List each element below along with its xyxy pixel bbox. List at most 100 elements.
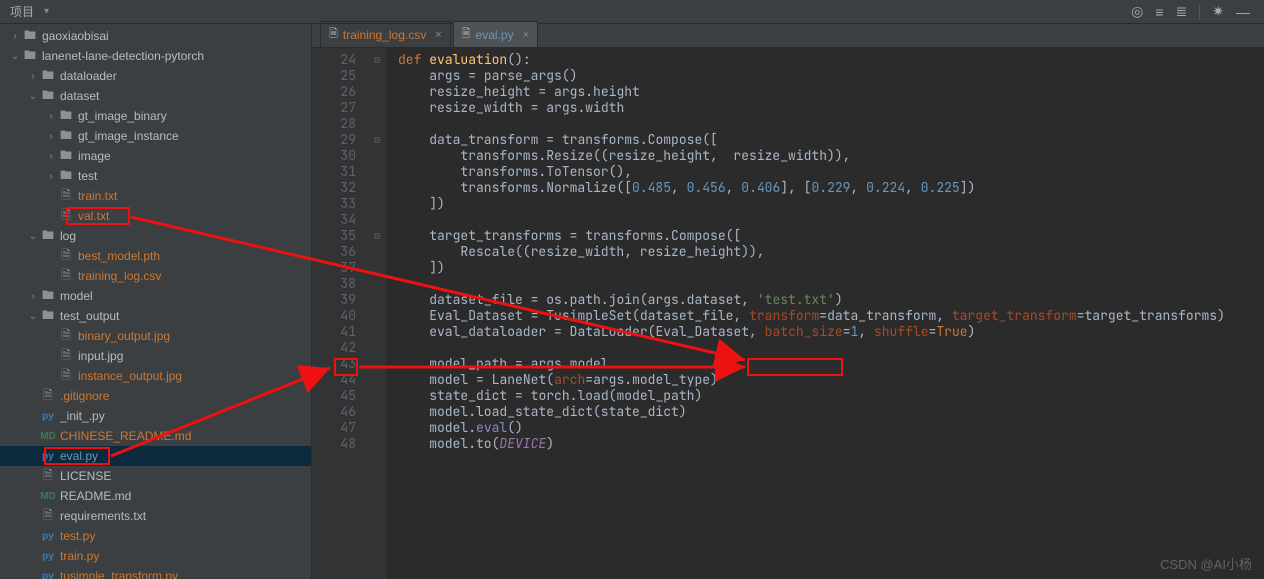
tree-row[interactable]: 🗎requirements.txt [0, 506, 311, 526]
code-line[interactable]: data_transform = transforms.Compose([ [398, 132, 1264, 148]
editor-body[interactable]: 2425262728293031323334353637383940414243… [312, 48, 1264, 579]
fold-marker[interactable] [368, 68, 386, 84]
fold-marker[interactable] [368, 84, 386, 100]
tree-arrow-icon[interactable]: › [8, 31, 22, 42]
tree-row[interactable]: 🗎val.txt [0, 206, 311, 226]
tree-row[interactable]: pytest.py [0, 526, 311, 546]
tree-row[interactable]: ›🖿test [0, 166, 311, 186]
fold-marker[interactable] [368, 388, 386, 404]
code-line[interactable]: resize_width = args.width [398, 100, 1264, 116]
tree-arrow-icon[interactable]: ⌄ [26, 231, 40, 242]
tree-arrow-icon[interactable]: › [26, 71, 40, 82]
line-number[interactable]: 39 [312, 292, 356, 308]
tree-row[interactable]: 🗎input.jpg [0, 346, 311, 366]
fold-marker[interactable] [368, 100, 386, 116]
tree-row[interactable]: ⌄🖿lanenet-lane-detection-pytorch [0, 46, 311, 66]
line-number[interactable]: 44 [312, 372, 356, 388]
tree-arrow-icon[interactable]: › [44, 131, 58, 142]
line-number[interactable]: 24 [312, 52, 356, 68]
tree-row[interactable]: MDCHINESE_README.md [0, 426, 311, 446]
code-line[interactable]: transforms.ToTensor(), [398, 164, 1264, 180]
code-line[interactable]: args = parse_args() [398, 68, 1264, 84]
gear-icon[interactable]: ✷ [1212, 3, 1224, 20]
code-line[interactable]: Eval_Dataset = TusimpleSet(dataset_file,… [398, 308, 1264, 324]
fold-marker[interactable] [368, 244, 386, 260]
tree-row[interactable]: 🗎training_log.csv [0, 266, 311, 286]
tree-row[interactable]: 🗎instance_output.jpg [0, 366, 311, 386]
line-number[interactable]: 34 [312, 212, 356, 228]
line-number[interactable]: 36 [312, 244, 356, 260]
line-number[interactable]: 48 [312, 436, 356, 452]
code-line[interactable]: model_path = args.model [398, 356, 1264, 372]
tree-row[interactable]: pytrain.py [0, 546, 311, 566]
close-icon[interactable]: × [435, 29, 441, 41]
tree-row[interactable]: 🗎LICENSE [0, 466, 311, 486]
tree-row[interactable]: ›🖿gaoxiaobisai [0, 26, 311, 46]
code-line[interactable]: ]) [398, 196, 1264, 212]
tree-row[interactable]: pytusimple_transform.py [0, 566, 311, 579]
code-line[interactable]: transforms.Resize((resize_height, resize… [398, 148, 1264, 164]
code-content[interactable]: def evaluation(): args = parse_args() re… [386, 48, 1264, 579]
fold-marker[interactable] [368, 404, 386, 420]
target-icon[interactable]: ◎ [1131, 3, 1143, 20]
line-number[interactable]: 45 [312, 388, 356, 404]
tree-row[interactable]: pyeval.py [0, 446, 311, 466]
line-number[interactable]: 27 [312, 100, 356, 116]
fold-marker[interactable] [368, 292, 386, 308]
line-number[interactable]: 30 [312, 148, 356, 164]
line-number[interactable]: 38 [312, 276, 356, 292]
tree-row[interactable]: 🗎binary_output.jpg [0, 326, 311, 346]
fold-marker[interactable] [368, 340, 386, 356]
code-line[interactable] [398, 276, 1264, 292]
code-line[interactable]: transforms.Normalize([0.485, 0.456, 0.40… [398, 180, 1264, 196]
line-number[interactable]: 32 [312, 180, 356, 196]
fold-marker[interactable] [368, 356, 386, 372]
code-line[interactable] [398, 340, 1264, 356]
fold-marker[interactable] [368, 276, 386, 292]
fold-marker[interactable] [368, 308, 386, 324]
code-line[interactable]: ]) [398, 260, 1264, 276]
tree-arrow-icon[interactable]: › [44, 171, 58, 182]
code-line[interactable]: dataset_file = os.path.join(args.dataset… [398, 292, 1264, 308]
line-number[interactable]: 33 [312, 196, 356, 212]
tree-arrow-icon[interactable]: ⌄ [26, 311, 40, 322]
code-line[interactable]: model.to(DEVICE) [398, 436, 1264, 452]
editor-tab[interactable]: 🗎training_log.csv× [320, 21, 451, 47]
fold-marker[interactable] [368, 180, 386, 196]
line-number[interactable]: 46 [312, 404, 356, 420]
code-line[interactable]: model.load_state_dict(state_dict) [398, 404, 1264, 420]
tree-row[interactable]: ›🖿gt_image_binary [0, 106, 311, 126]
project-tree[interactable]: ›🖿gaoxiaobisai⌄🖿lanenet-lane-detection-p… [0, 24, 312, 579]
line-number[interactable]: 43 [312, 356, 356, 372]
fold-marker[interactable] [368, 116, 386, 132]
tree-arrow-icon[interactable]: › [44, 111, 58, 122]
tree-arrow-icon[interactable]: › [26, 291, 40, 302]
code-line[interactable]: model = LaneNet(arch=args.model_type) [398, 372, 1264, 388]
tree-row[interactable]: 🗎train.txt [0, 186, 311, 206]
tree-row[interactable]: ›🖿image [0, 146, 311, 166]
tree-row[interactable]: ⌄🖿dataset [0, 86, 311, 106]
tree-row[interactable]: py_init_.py [0, 406, 311, 426]
code-line[interactable] [398, 212, 1264, 228]
code-line[interactable]: def evaluation(): [398, 52, 1264, 68]
editor-tab[interactable]: 🗎eval.py× [453, 21, 538, 47]
line-number[interactable]: 37 [312, 260, 356, 276]
fold-marker[interactable] [368, 260, 386, 276]
code-line[interactable]: resize_height = args.height [398, 84, 1264, 100]
fold-column[interactable]: ⊟⊟⊟ [368, 48, 386, 579]
line-number[interactable]: 35 [312, 228, 356, 244]
collapse-icon[interactable]: — [1236, 4, 1250, 20]
fold-marker[interactable] [368, 436, 386, 452]
fold-marker[interactable]: ⊟ [368, 228, 386, 244]
recent-icon[interactable]: ≡ [1155, 4, 1163, 20]
tree-row[interactable]: ⌄🖿log [0, 226, 311, 246]
chevron-down-icon[interactable]: ▾ [44, 6, 49, 17]
tree-row[interactable]: 🗎best_model.pth [0, 246, 311, 266]
code-line[interactable]: Rescale((resize_width, resize_height)), [398, 244, 1264, 260]
fold-marker[interactable] [368, 372, 386, 388]
tree-arrow-icon[interactable]: ⌄ [8, 51, 22, 62]
code-line[interactable] [398, 116, 1264, 132]
line-number[interactable]: 28 [312, 116, 356, 132]
code-line[interactable]: eval_dataloader = DataLoader(Eval_Datase… [398, 324, 1264, 340]
tree-arrow-icon[interactable]: ⌄ [26, 91, 40, 102]
